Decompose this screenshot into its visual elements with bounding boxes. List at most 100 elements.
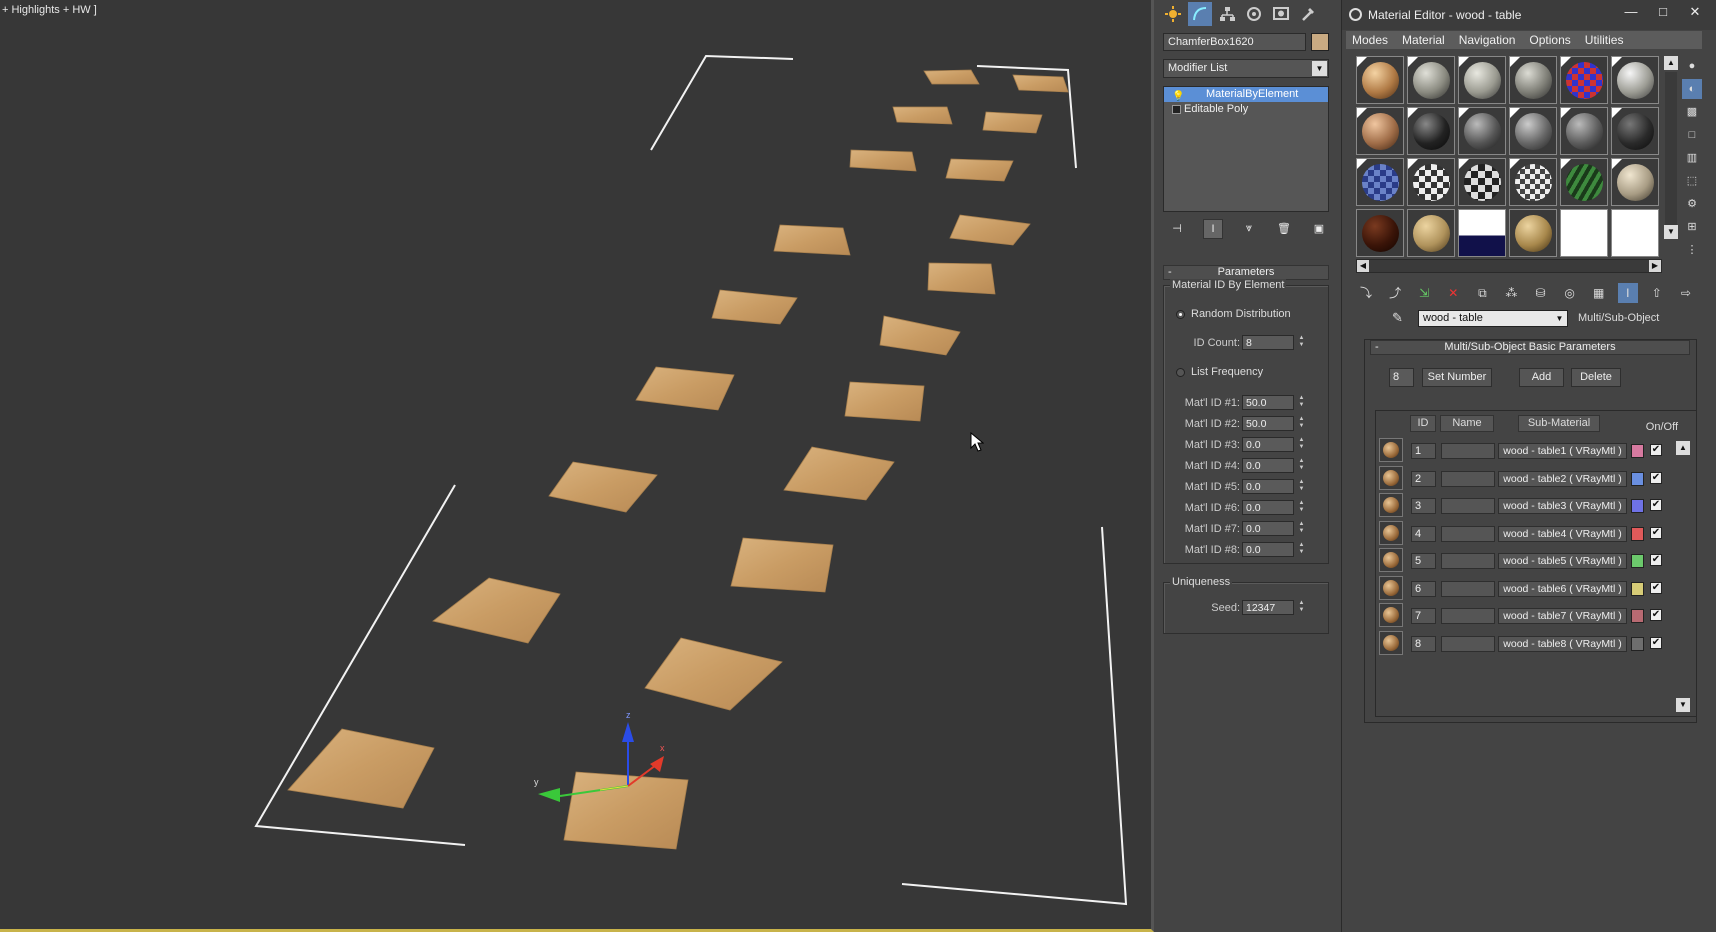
sub-material-button[interactable]: wood - table5 ( VRayMtl ) xyxy=(1498,553,1627,569)
material-sample-slot[interactable] xyxy=(1407,56,1455,104)
material-sample-slot[interactable] xyxy=(1611,158,1659,206)
material-sample-slot[interactable] xyxy=(1407,107,1455,155)
sub-material-color-swatch[interactable] xyxy=(1631,554,1644,568)
collapse-icon[interactable]: - xyxy=(1168,266,1172,279)
close-button[interactable]: ✕ xyxy=(1683,4,1707,20)
material-sample-slot[interactable] xyxy=(1356,158,1404,206)
menu-options[interactable]: Options xyxy=(1529,31,1570,49)
chevron-down-icon[interactable]: ▼ xyxy=(1552,311,1567,326)
name-column-header[interactable]: Name xyxy=(1440,415,1494,432)
sub-material-button[interactable]: wood - table6 ( VRayMtl ) xyxy=(1498,580,1627,597)
id-column-header[interactable]: ID xyxy=(1410,415,1436,432)
menu-material[interactable]: Material xyxy=(1402,31,1445,49)
material-sample-slot[interactable] xyxy=(1560,56,1608,104)
wood-tile[interactable] xyxy=(949,214,1031,246)
go-to-parent-icon[interactable]: ⇧ xyxy=(1647,283,1667,303)
sub-material-id-field[interactable]: 1 xyxy=(1411,443,1436,459)
spinner-arrows-icon[interactable]: ▲ ▼ xyxy=(1297,600,1306,615)
material-sample-slot[interactable] xyxy=(1560,107,1608,155)
menu-modes[interactable]: Modes xyxy=(1352,31,1388,49)
spinner-arrows-icon[interactable]: ▲ ▼ xyxy=(1297,416,1306,431)
multi-sub-rollout-header[interactable]: - Multi/Sub-Object Basic Parameters xyxy=(1370,340,1690,355)
wood-tile[interactable] xyxy=(711,289,798,325)
material-sample-slot[interactable] xyxy=(1407,158,1455,206)
material-sample-slot[interactable] xyxy=(1356,209,1404,257)
sub-material-button[interactable]: wood - table8 ( VRayMtl ) xyxy=(1498,635,1627,652)
sub-material-id-field[interactable]: 3 xyxy=(1411,498,1436,514)
sub-material-preview[interactable] xyxy=(1379,520,1403,545)
sub-material-button[interactable]: wood - table4 ( VRayMtl ) xyxy=(1498,525,1627,542)
material-type-button[interactable]: Multi/Sub-Object xyxy=(1578,312,1659,324)
scroll-down-icon[interactable]: ▼ xyxy=(1664,225,1678,239)
scroll-down-icon[interactable]: ▼ xyxy=(1676,698,1690,712)
mat-id-spinner[interactable]: 50.0 xyxy=(1242,416,1294,431)
material-name-field[interactable]: wood - table ▼ xyxy=(1418,310,1568,327)
make-preview-icon[interactable]: ⬚ xyxy=(1682,171,1702,191)
backlight-icon[interactable]: ◐ xyxy=(1682,79,1702,99)
sub-material-color-swatch[interactable] xyxy=(1631,636,1644,651)
spinner-arrows-icon[interactable]: ▲ ▼ xyxy=(1297,395,1306,410)
motion-tab-icon[interactable] xyxy=(1242,2,1266,26)
sub-material-color-swatch[interactable] xyxy=(1631,499,1644,513)
spinner-arrows-icon[interactable]: ▲ ▼ xyxy=(1297,335,1306,350)
spinner-arrows-icon[interactable]: ▲ ▼ xyxy=(1297,500,1306,515)
reset-map-icon[interactable]: ✕ xyxy=(1443,283,1463,303)
id-count-spinner[interactable]: 8 xyxy=(1242,335,1294,350)
show-end-result-icon[interactable]: Ι xyxy=(1617,283,1638,303)
sub-material-on-checkbox[interactable]: ✔ xyxy=(1650,526,1662,539)
show-end-result-icon[interactable]: Ι xyxy=(1203,219,1223,239)
spinner-arrows-icon[interactable]: ▲ ▼ xyxy=(1297,542,1306,557)
radio-off-icon[interactable] xyxy=(1176,367,1185,377)
remove-modifier-icon[interactable]: 🗑 xyxy=(1275,219,1293,237)
material-sample-slot[interactable] xyxy=(1509,209,1557,257)
object-color-swatch[interactable] xyxy=(1311,33,1329,51)
sub-material-name-field[interactable] xyxy=(1441,470,1495,487)
sub-material-preview[interactable] xyxy=(1379,630,1403,655)
perspective-viewport[interactable]: + Highlights + HW ] z y x xyxy=(0,0,1154,932)
sub-material-id-field[interactable]: 4 xyxy=(1411,525,1436,542)
mat-id-spinner[interactable]: 0.0 xyxy=(1242,542,1294,557)
scroll-right-icon[interactable]: ▶ xyxy=(1649,260,1661,272)
sub-material-id-field[interactable]: 7 xyxy=(1411,608,1436,624)
scene-canvas[interactable]: z y x xyxy=(0,0,1150,928)
eyedropper-icon[interactable]: ✎ xyxy=(1392,310,1403,326)
sub-material-on-checkbox[interactable]: ✔ xyxy=(1650,636,1662,649)
wood-tile[interactable] xyxy=(1012,74,1069,93)
random-distribution-radio[interactable]: Random Distribution xyxy=(1176,308,1291,320)
sub-material-button[interactable]: wood - table7 ( VRayMtl ) xyxy=(1498,608,1627,624)
sub-material-id-field[interactable]: 6 xyxy=(1411,580,1436,597)
menu-utilities[interactable]: Utilities xyxy=(1585,31,1624,49)
put-to-library-icon[interactable]: ⛁ xyxy=(1530,283,1550,303)
modifier-list-dropdown[interactable]: Modifier List ▼ xyxy=(1163,59,1329,78)
select-by-material-icon[interactable]: ⊞ xyxy=(1682,217,1702,237)
slots-horizontal-scrollbar[interactable]: ◀ ▶ xyxy=(1356,259,1662,273)
add-button[interactable]: Add xyxy=(1519,368,1564,387)
create-tab-icon[interactable] xyxy=(1161,2,1185,26)
sub-material-on-checkbox[interactable]: ✔ xyxy=(1650,609,1662,621)
configure-sets-icon[interactable]: ▣ xyxy=(1310,219,1328,237)
slots-vertical-scrollbar[interactable]: ▲ ▼ xyxy=(1664,56,1678,256)
material-sample-slot[interactable] xyxy=(1509,56,1557,104)
pin-stack-icon[interactable]: ⊣ xyxy=(1168,219,1186,237)
sub-material-name-field[interactable] xyxy=(1441,553,1495,569)
copy-material-icon[interactable]: ⧉ xyxy=(1472,283,1492,303)
assign-to-selection-icon[interactable]: ⇲ xyxy=(1414,283,1434,303)
wood-tile[interactable] xyxy=(548,461,658,513)
set-number-button[interactable]: Set Number xyxy=(1422,368,1492,387)
wood-tile[interactable] xyxy=(287,728,435,809)
sub-material-color-swatch[interactable] xyxy=(1631,609,1644,623)
options-icon[interactable]: ⚙ xyxy=(1682,194,1702,214)
sub-material-on-checkbox[interactable]: ✔ xyxy=(1650,581,1662,594)
sub-material-preview[interactable] xyxy=(1379,493,1403,517)
sub-material-column-header[interactable]: Sub-Material xyxy=(1518,415,1600,432)
minimize-button[interactable]: — xyxy=(1619,4,1643,20)
sub-material-id-field[interactable]: 5 xyxy=(1411,553,1436,569)
material-sample-slot[interactable] xyxy=(1611,56,1659,104)
make-unique-icon[interactable]: ⩔ xyxy=(1240,219,1258,237)
wood-tile[interactable] xyxy=(945,158,1014,182)
wood-tile[interactable] xyxy=(730,537,834,593)
parameters-rollout-header[interactable]: - Parameters xyxy=(1163,265,1329,280)
material-sample-slot[interactable] xyxy=(1458,209,1506,257)
mat-id-spinner[interactable]: 0.0 xyxy=(1242,521,1294,536)
material-sample-slot[interactable] xyxy=(1458,56,1506,104)
